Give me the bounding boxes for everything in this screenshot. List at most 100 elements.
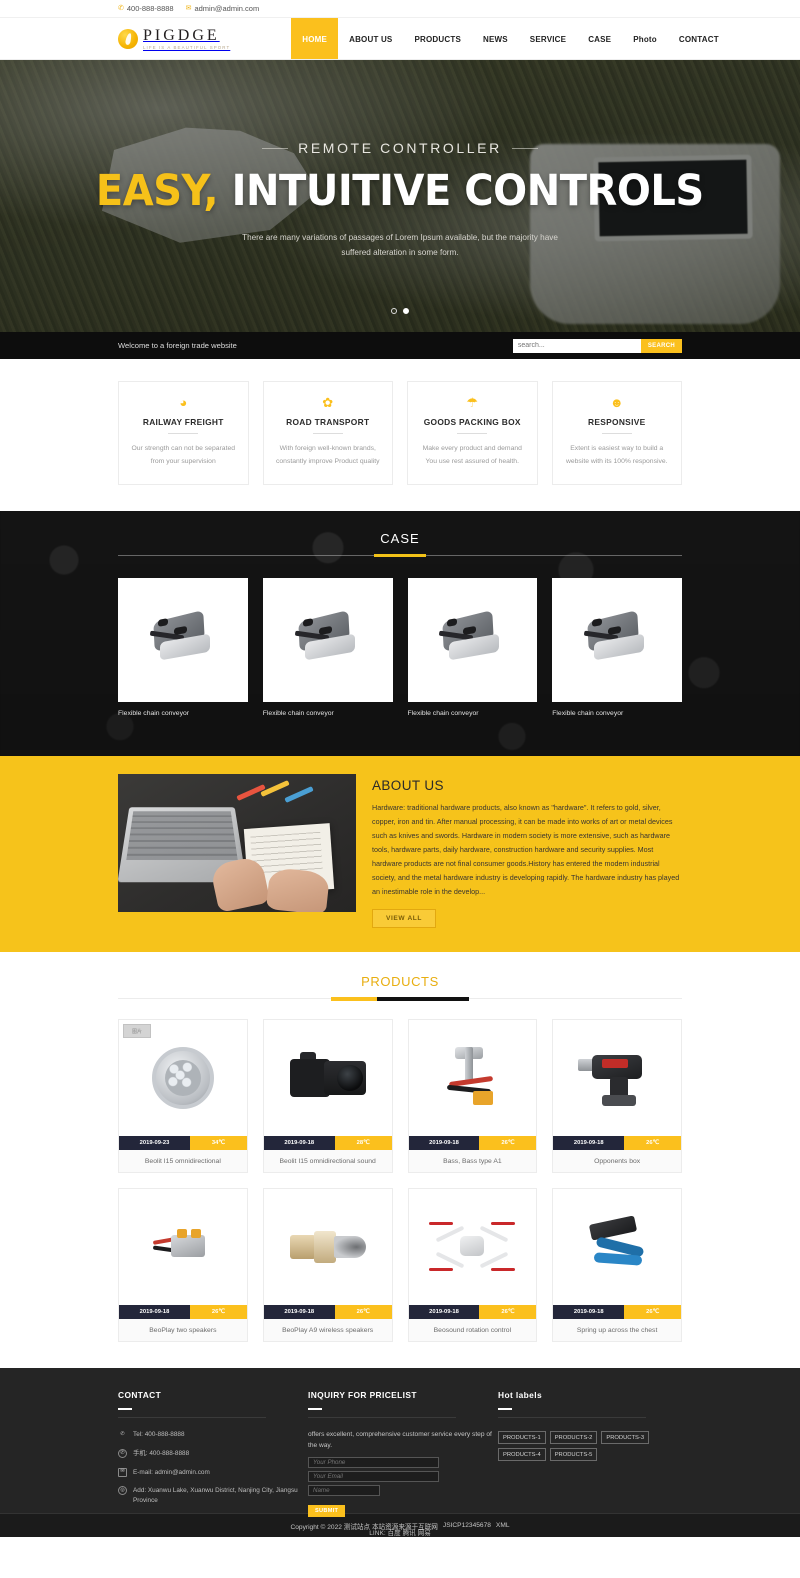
nav-item-home[interactable]: HOME <box>291 18 339 60</box>
case-item[interactable]: Flexible chain conveyor <box>407 578 538 717</box>
feature-cards: ◕ RAILWAY FREIGHT Our strength can not b… <box>0 359 800 512</box>
hero-slider-dots <box>0 308 800 314</box>
product-image <box>263 1020 392 1137</box>
products-section-title: PRODUCTS <box>361 974 439 990</box>
nav-item-news[interactable]: NEWS <box>472 18 519 60</box>
brand-tagline: LIFE IS A BEAUTIFUL SPORT <box>143 45 231 51</box>
about-image-desk <box>118 774 356 913</box>
nav-item-contact[interactable]: CONTACT <box>668 18 730 60</box>
feature-divider <box>601 433 632 434</box>
product-card[interactable]: 图片 2019-09-23 34℃ Beolit I15 omnidirecti… <box>118 1019 248 1174</box>
hot-label-4[interactable]: PRODUCTS-4 <box>498 1448 546 1462</box>
product-date: 2019-09-18 <box>553 1305 625 1320</box>
case-item-image <box>118 578 248 703</box>
product-date: 2019-09-18 <box>263 1136 335 1151</box>
wire-connector-illustration <box>152 1225 213 1269</box>
hero-dot-2[interactable] <box>403 308 409 314</box>
mail-icon: ✉ <box>185 5 192 12</box>
product-temp: 28℃ <box>334 1136 392 1151</box>
feature-card-responsive[interactable]: ☻ RESPONSIVE Extent is easiest way to bu… <box>551 381 682 486</box>
phone-icon: ✆ <box>118 5 124 12</box>
product-temp: 26℃ <box>189 1305 247 1320</box>
inquiry-email-input[interactable] <box>308 1471 439 1483</box>
nav-item-service[interactable]: SERVICE <box>519 18 577 60</box>
icp-link[interactable]: JSICP12345678 <box>443 1522 491 1529</box>
hot-label-1[interactable]: PRODUCTS-1 <box>498 1431 546 1445</box>
hero-kicker: REMOTE CONTROLLER <box>262 140 538 157</box>
welcome-search-bar: Welcome to a foreign trade website SEARC… <box>0 332 800 359</box>
nav-item-case[interactable]: CASE <box>577 18 622 60</box>
feature-card-goods-packing-box[interactable]: ☂ GOODS PACKING BOX Make every product a… <box>407 381 538 486</box>
contact-address-text: Add: Xuanwu Lake, Xuanwu District, Nanji… <box>133 1487 298 1504</box>
topbar-phone-text: 400-888-8888 <box>126 4 174 13</box>
product-card[interactable]: 2019-09-18 26℃ Spring up across the ches… <box>552 1188 682 1343</box>
product-meta: 2019-09-18 26℃ <box>408 1136 537 1151</box>
hero-banner: REMOTE CONTROLLER EASY, INTUITIVE CONTRO… <box>0 60 800 332</box>
nav-item-products[interactable]: PRODUCTS <box>403 18 472 60</box>
feature-card-railway-freight[interactable]: ◕ RAILWAY FREIGHT Our strength can not b… <box>118 381 249 486</box>
feature-card-road-transport[interactable]: ✿ ROAD TRANSPORT With foreign well-known… <box>262 381 393 486</box>
product-card[interactable]: 2019-09-18 26℃ Bass, Bass type A1 <box>407 1019 538 1174</box>
footer-link-baidu[interactable]: 百度 <box>388 1530 401 1537</box>
case-item[interactable]: Flexible chain conveyor <box>552 578 682 717</box>
hot-label-5[interactable]: PRODUCTS-5 <box>549 1448 598 1462</box>
product-card[interactable]: 2019-09-18 26℃ BeoPlay two speakers <box>118 1188 248 1343</box>
product-temp: 26℃ <box>624 1136 681 1151</box>
nav-item-photo[interactable]: Photo <box>622 18 668 60</box>
product-image: 图片 <box>119 1020 247 1137</box>
product-meta: 2019-09-18 26℃ <box>553 1305 681 1320</box>
site-footer: CONTACT ✆ Tel: 400-888-8888 ✆ 手机: 400-88… <box>0 1368 800 1537</box>
product-name: BeoPlay two speakers <box>119 1319 247 1342</box>
product-card[interactable]: 2019-09-18 26℃ BeoPlay A9 wireless speak… <box>262 1188 393 1343</box>
footer-contact-column: CONTACT ✆ Tel: 400-888-8888 ✆ 手机: 400-88… <box>118 1390 308 1517</box>
xml-sitemap-link[interactable]: XML <box>496 1522 510 1529</box>
product-card[interactable]: 2019-09-18 28℃ Beolit I15 omnidirectiona… <box>262 1019 393 1174</box>
search-input[interactable] <box>512 338 641 353</box>
products-title-divider <box>118 996 682 1001</box>
case-item-image <box>262 578 393 703</box>
contact-address: ◎ Add: Xuanwu Lake, Xuanwu District, Nan… <box>118 1486 308 1505</box>
product-image <box>263 1189 392 1306</box>
product-card[interactable]: 2019-09-18 26℃ Beosound rotation control <box>407 1188 538 1343</box>
footer-heading-accent <box>308 1408 322 1411</box>
hot-label-3[interactable]: PRODUCTS-3 <box>601 1431 650 1445</box>
view-all-button[interactable]: VIEW ALL <box>372 909 437 929</box>
mail-icon: ✉ <box>118 1467 127 1477</box>
contact-mobile: ✆ 手机: 400-888-8888 <box>118 1448 308 1459</box>
brand-name: PIGDGE <box>143 26 220 44</box>
logo-link[interactable]: PIGDGE LIFE IS A BEAUTIFUL SPORT <box>0 18 230 60</box>
case-item[interactable]: Flexible chain conveyor <box>118 578 248 717</box>
inquiry-form: SUBMIT <box>308 1457 498 1518</box>
about-body-text: Hardware: traditional hardware products,… <box>372 803 680 897</box>
search-button[interactable]: SEARCH <box>640 338 682 353</box>
feature-desc: Extent is easiest way to build a website… <box>565 445 668 465</box>
footer-link-tencent[interactable]: 腾讯 <box>403 1530 416 1537</box>
contact-email[interactable]: ✉ E-mail: admin@admin.com <box>118 1467 308 1478</box>
search-box: SEARCH <box>512 338 682 353</box>
contact-tel: ✆ Tel: 400-888-8888 <box>118 1430 308 1440</box>
case-item-image <box>407 578 538 703</box>
contact-tel-text: Tel: 400-888-8888 <box>133 1431 185 1439</box>
product-card[interactable]: 2019-09-18 26℃ Opponents box <box>552 1019 682 1174</box>
footer-inquiry-column: INQUIRY FOR PRICELIST offers excellent, … <box>308 1390 498 1518</box>
case-item[interactable]: Flexible chain conveyor <box>262 578 393 717</box>
feature-title: ROAD TRANSPORT <box>286 417 370 427</box>
pie-chart-icon: ◕ <box>179 395 188 410</box>
hero-dot-1[interactable] <box>391 308 397 314</box>
product-meta: 2019-09-18 26℃ <box>263 1305 392 1320</box>
feature-title: RAILWAY FREIGHT <box>142 417 224 427</box>
contact-mobile-text: 手机: 400-888-8888 <box>133 1449 190 1457</box>
hot-labels-list: PRODUCTS-1 PRODUCTS-2 PRODUCTS-3 PRODUCT… <box>498 1431 682 1462</box>
inquiry-name-input[interactable] <box>308 1485 380 1497</box>
user-icon: ☻ <box>609 395 624 410</box>
topbar-email[interactable]: ✉ admin@admin.com <box>186 4 260 13</box>
product-meta: 2019-09-23 34℃ <box>119 1136 247 1151</box>
inquiry-phone-input[interactable] <box>308 1457 439 1469</box>
footer-link-netease[interactable]: 网易 <box>418 1530 431 1537</box>
inquiry-submit-button[interactable]: SUBMIT <box>308 1505 346 1518</box>
feature-divider <box>457 433 488 434</box>
hot-label-2[interactable]: PRODUCTS-2 <box>549 1431 598 1445</box>
conveyor-clamp-illustration <box>582 610 652 666</box>
product-date: 2019-09-23 <box>119 1136 190 1151</box>
nav-item-about-us[interactable]: ABOUT US <box>338 18 403 60</box>
